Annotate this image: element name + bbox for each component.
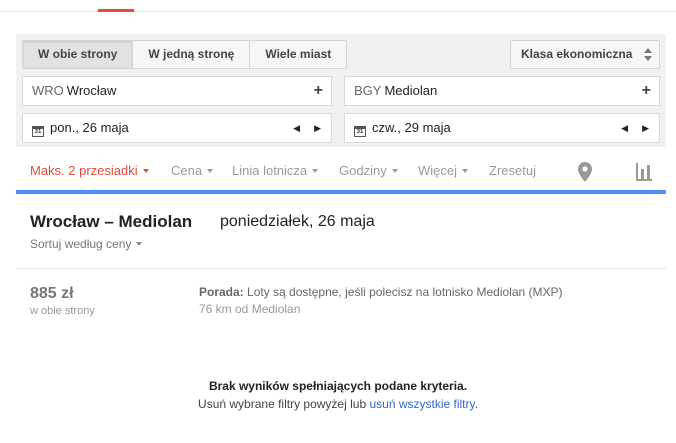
sort-dropdown[interactable]: Sortuj według ceny xyxy=(30,237,143,251)
cabin-class-select[interactable]: Klasa ekonomiczna xyxy=(510,40,660,69)
departure-date: pon., 26 maja xyxy=(50,120,129,135)
price-note: w obie strony xyxy=(30,305,95,317)
tip-text: Porada: Loty są dostępne, jeśli polecisz… xyxy=(199,285,563,299)
results-top-bar xyxy=(16,190,666,194)
tip-distance: 76 km od Mediolan xyxy=(199,302,301,316)
destination-name: Mediolan xyxy=(384,83,438,98)
filter-stops[interactable]: Maks. 2 przesiadki xyxy=(30,163,149,178)
caret-down-icon xyxy=(136,242,143,246)
result-divider xyxy=(16,268,666,269)
filter-hours-label: Godziny xyxy=(339,163,387,178)
departure-date-arrows: ◀ ▶ xyxy=(293,114,321,142)
route-date: poniedziałek, 26 maja xyxy=(220,213,375,230)
filter-more[interactable]: Więcej xyxy=(418,163,469,178)
origin-name: Wrocław xyxy=(66,83,117,98)
filter-stops-label: Maks. 2 przesiadki xyxy=(30,163,138,178)
cabin-class-label: Klasa ekonomiczna xyxy=(521,47,633,61)
filter-hours[interactable]: Godziny xyxy=(339,163,398,178)
one-way-button[interactable]: W jedną stronę xyxy=(132,40,251,69)
next-day-arrow-icon[interactable]: ▶ xyxy=(642,114,649,142)
price-chart-icon[interactable] xyxy=(636,163,652,181)
remove-all-filters-link[interactable]: usuń wszystkie filtry xyxy=(369,397,474,411)
reset-filters-label: Zresetuj xyxy=(489,163,536,178)
no-results-message: Usuń wybrane filtry powyżej lub usuń wsz… xyxy=(0,397,676,411)
tip-message: Loty są dostępne, jeśli polecisz na lotn… xyxy=(247,285,563,299)
add-destination-plus-icon[interactable]: + xyxy=(642,77,651,105)
filter-airline[interactable]: Linia lotnicza xyxy=(232,163,319,178)
filter-price[interactable]: Cena xyxy=(171,163,214,178)
trip-type-toggle: W obie strony W jedną stronę Wiele miast xyxy=(22,40,348,69)
route-title: Wrocław – Mediolan xyxy=(30,212,193,231)
multi-city-button[interactable]: Wiele miast xyxy=(249,40,348,69)
filter-more-label: Więcej xyxy=(418,163,458,178)
calendar-icon: 31 xyxy=(32,126,44,137)
no-results-period: . xyxy=(474,397,478,411)
destination-code: BGY xyxy=(354,83,382,98)
previous-day-arrow-icon[interactable]: ◀ xyxy=(621,114,628,142)
origin-field[interactable]: WRO Wrocław + xyxy=(22,76,332,106)
price-value: 885 zł xyxy=(30,285,74,302)
next-day-arrow-icon[interactable]: ▶ xyxy=(314,114,321,142)
no-results-title: Brak wyników spełniających podane kryter… xyxy=(208,379,468,393)
round-trip-button[interactable]: W obie strony xyxy=(22,40,134,69)
caret-down-icon xyxy=(207,169,214,173)
caret-down-icon xyxy=(312,169,319,173)
map-pin-icon[interactable] xyxy=(578,162,592,182)
tip-label: Porada: xyxy=(199,285,244,299)
return-date-arrows: ◀ ▶ xyxy=(621,114,649,142)
filter-bar: Maks. 2 przesiadki Cena Linia lotnicza G… xyxy=(16,156,666,186)
destination-field[interactable]: BGY Mediolan + xyxy=(344,76,660,106)
filter-price-label: Cena xyxy=(171,163,203,178)
departure-date-field[interactable]: 31 pon., 26 maja ◀ ▶ xyxy=(22,113,332,143)
sort-label: Sortuj według ceny xyxy=(30,237,132,251)
caret-down-icon xyxy=(142,169,149,173)
no-results-text: Usuń wybrane filtry powyżej lub xyxy=(198,397,367,411)
search-panel: W obie strony W jedną stronę Wiele miast… xyxy=(16,34,666,147)
caret-down-icon xyxy=(391,169,398,173)
active-tab-indicator xyxy=(98,9,134,12)
return-date: czw., 29 maja xyxy=(372,120,451,135)
filter-airline-label: Linia lotnicza xyxy=(232,163,308,178)
previous-day-arrow-icon[interactable]: ◀ xyxy=(293,114,300,142)
up-down-arrows-icon xyxy=(644,48,652,62)
origin-code: WRO xyxy=(32,83,64,98)
add-origin-plus-icon[interactable]: + xyxy=(314,77,323,105)
return-date-field[interactable]: 31 czw., 29 maja ◀ ▶ xyxy=(344,113,660,143)
caret-down-icon xyxy=(462,169,469,173)
reset-filters-link[interactable]: Zresetuj xyxy=(489,163,536,178)
calendar-icon: 31 xyxy=(354,126,366,137)
